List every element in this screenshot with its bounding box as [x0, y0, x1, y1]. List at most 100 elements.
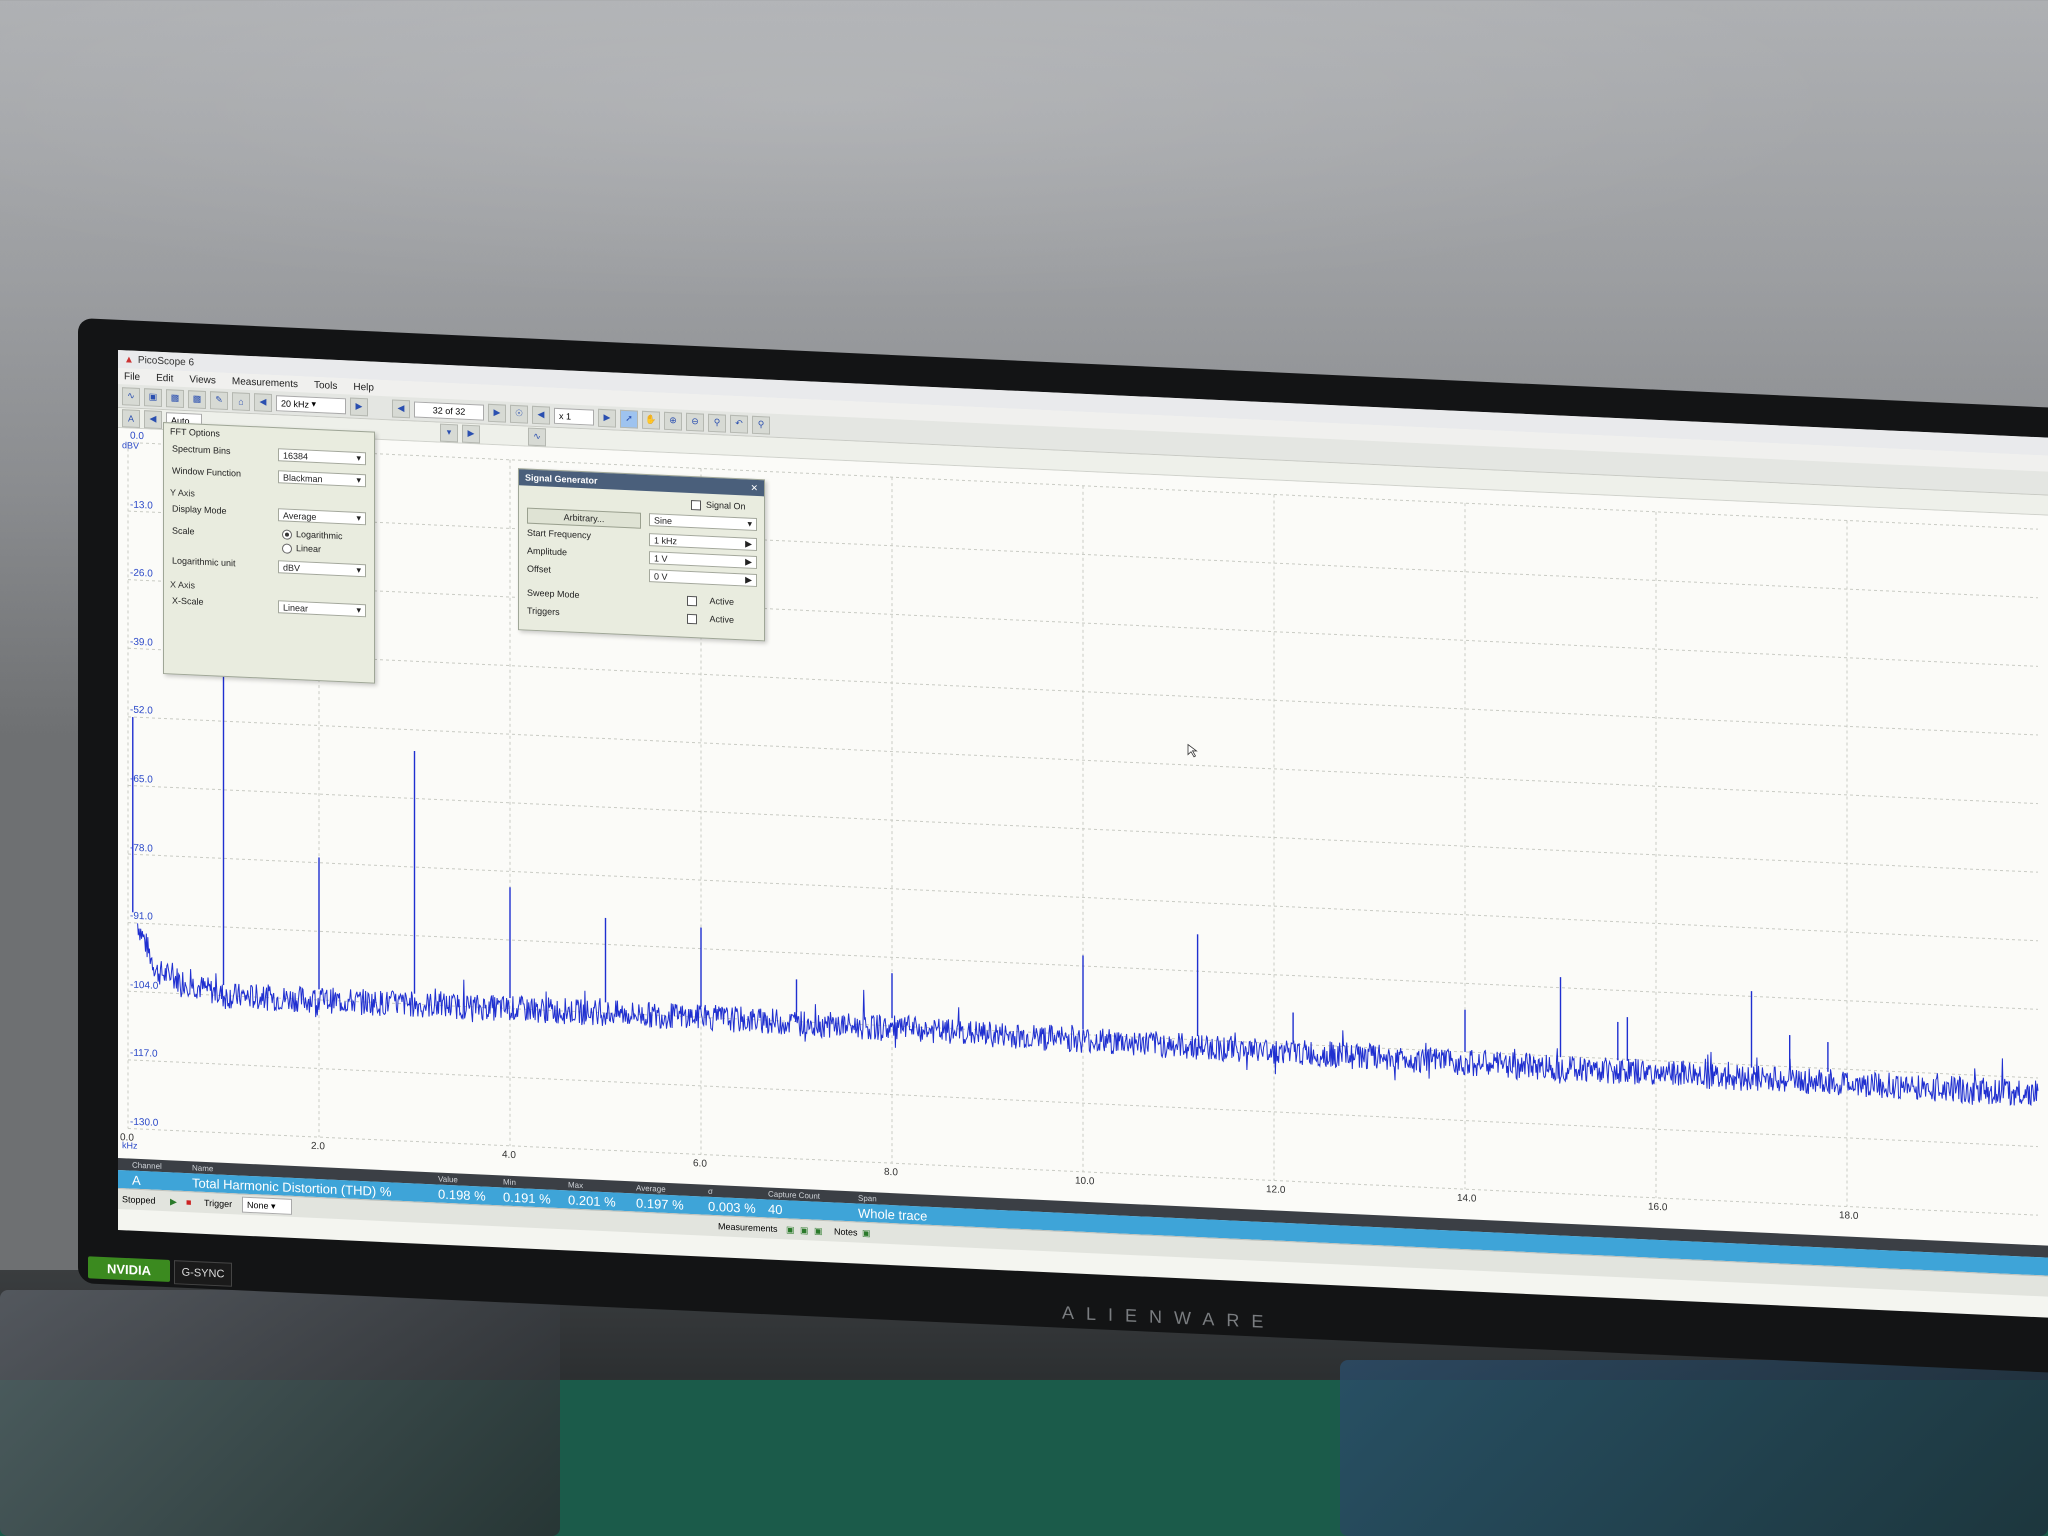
add-measurement-icon[interactable]: ▣ — [786, 1224, 795, 1235]
spectrum-view-icon[interactable]: ▩ — [188, 389, 206, 409]
dropdown-icon[interactable]: ▾ — [440, 423, 458, 442]
log-unit-value: dBV — [283, 561, 301, 573]
zoom-next-icon[interactable]: ▶ — [598, 408, 616, 428]
picoscope-window: ▲ PicoScope 6 File Edit Views Measuremen… — [118, 350, 2048, 1318]
display-mode-select[interactable]: Average ▾ — [278, 508, 366, 526]
start-frequency-label: Start Frequency — [527, 527, 592, 541]
pointer-icon[interactable]: ➚ — [620, 409, 638, 429]
edit-measurement-icon[interactable]: ▣ — [800, 1224, 809, 1235]
monitor-brand: ALIENWARE — [1062, 1302, 1276, 1333]
compass-icon[interactable]: ☉ — [510, 404, 528, 424]
menu-help[interactable]: Help — [353, 381, 374, 393]
col-average: Average — [636, 1183, 666, 1194]
timebase-select[interactable]: 20 kHz ▾ — [276, 394, 346, 414]
spectrum-plot[interactable]: dBV kHz 0.0 -13.0 -26.0 -39.0 -52.0 -65.0 -78.… — [118, 428, 2048, 1246]
notes-icon[interactable]: ▣ — [862, 1227, 871, 1238]
start-frequency-field[interactable]: 1 kHz ▶ — [649, 533, 757, 552]
prev-timebase-icon[interactable]: ◀ — [254, 392, 272, 412]
next-capture-icon[interactable]: ▶ — [488, 403, 506, 423]
menu-views[interactable]: Views — [189, 374, 216, 386]
y-tick-label: -52.0 — [130, 704, 153, 717]
arbitrary-button[interactable]: Arbitrary... — [527, 507, 641, 529]
x-scale-select[interactable]: Linear ▾ — [278, 600, 366, 618]
scope-mode-icon[interactable]: ∿ — [122, 386, 140, 406]
checkbox-icon — [691, 499, 701, 511]
scale-log-radio[interactable]: Logarithmic — [282, 528, 343, 541]
offset-field[interactable]: 0 V ▶ — [649, 569, 757, 588]
spectrum-mode-icon[interactable]: ▩ — [166, 388, 184, 408]
y-axis-section: Y Axis — [170, 487, 195, 499]
zoom-in-icon[interactable]: ⊕ — [664, 411, 682, 431]
triggers-label: Triggers — [527, 605, 560, 618]
search-icon[interactable]: ⚲ — [752, 415, 770, 435]
signal-generator-title: Signal Generator — [525, 472, 598, 486]
sweep-active-checkbox[interactable]: Active — [687, 595, 734, 608]
next-icon[interactable]: ▶ — [462, 424, 480, 443]
col-max: Max — [568, 1179, 584, 1190]
spinner-icon[interactable]: ▶ — [745, 556, 752, 567]
amplitude-field[interactable]: 1 V ▶ — [649, 551, 757, 570]
x-scale-label: X-Scale — [172, 595, 204, 607]
scale-linear-radio[interactable]: Linear — [282, 542, 321, 554]
trigger-label: Trigger — [204, 1197, 233, 1210]
signal-on-label: Signal On — [706, 499, 746, 512]
capture-value: 32 of 32 — [432, 404, 466, 417]
window-title: PicoScope 6 — [137, 354, 195, 368]
menu-file[interactable]: File — [124, 371, 140, 383]
measurements-label: Measurements — [718, 1221, 778, 1234]
signal-on-toggle[interactable]: Signal On — [691, 499, 746, 512]
next-timebase-icon[interactable]: ▶ — [350, 397, 368, 416]
col-name: Name — [192, 1162, 214, 1173]
capture-counter[interactable]: 32 of 32 — [414, 400, 484, 421]
col-channel: Channel — [132, 1160, 162, 1171]
chevron-down-icon: ▾ — [356, 564, 361, 576]
triggers-active-checkbox[interactable]: Active — [687, 613, 734, 626]
noise-floor-trace — [137, 923, 2039, 1107]
undo-zoom-icon[interactable]: ↶ — [730, 414, 748, 434]
play-icon[interactable]: ▶ — [170, 1196, 177, 1207]
col-capture-count: Capture Count — [768, 1189, 821, 1201]
menu-measurements[interactable]: Measurements — [232, 376, 298, 390]
checkbox-icon — [687, 613, 697, 624]
row-sigma: 0.003 % — [708, 1198, 756, 1216]
channel-a-icon[interactable]: A — [122, 408, 140, 428]
prev-capture-icon[interactable]: ◀ — [392, 398, 410, 418]
spectrum-bins-label: Spectrum Bins — [172, 443, 231, 457]
row-max: 0.201 % — [568, 1191, 616, 1210]
close-icon[interactable]: ✕ — [750, 482, 758, 493]
window-function-select[interactable]: Blackman ▾ — [278, 470, 366, 488]
log-unit-select[interactable]: dBV ▾ — [278, 560, 366, 578]
trigger-value: None — [247, 1199, 269, 1211]
probe-icon[interactable]: ✎ — [210, 390, 228, 410]
fft-options-panel: FFT Options Spectrum Bins 16384 ▾ Window … — [163, 422, 375, 684]
row-min: 0.191 % — [503, 1188, 551, 1207]
spinner-icon[interactable]: ▶ — [745, 574, 752, 585]
wall — [0, 0, 2048, 340]
zoom-out-icon[interactable]: ⊖ — [686, 412, 704, 432]
channel-prev-icon[interactable]: ◀ — [144, 409, 162, 429]
start-frequency-value: 1 kHz — [654, 534, 678, 546]
x-tick-label: 16.0 — [1648, 1201, 1668, 1214]
hand-icon[interactable]: ✋ — [642, 410, 660, 430]
spectrum-bins-select[interactable]: 16384 ▾ — [278, 448, 366, 466]
mouse-cursor-icon — [1187, 743, 1198, 758]
waveform-icon[interactable]: ∿ — [528, 427, 546, 446]
delete-measurement-icon[interactable]: ▣ — [814, 1225, 823, 1236]
trigger-select[interactable]: None ▾ — [242, 1196, 292, 1215]
spinner-icon[interactable]: ▶ — [745, 538, 752, 549]
zoom-prev-icon[interactable]: ◀ — [532, 405, 550, 425]
grid-line-y — [128, 1059, 2038, 1148]
menu-edit[interactable]: Edit — [156, 372, 173, 384]
home-icon[interactable]: ⌂ — [232, 391, 250, 411]
display-mode-value: Average — [283, 509, 317, 522]
zoom-fit-icon[interactable]: ⚲ — [708, 413, 726, 433]
persistence-mode-icon[interactable]: ▣ — [144, 387, 162, 407]
row-span: Whole trace — [858, 1205, 928, 1224]
x-axis-section: X Axis — [170, 579, 196, 591]
chevron-down-icon: ▾ — [356, 512, 361, 524]
stop-icon[interactable]: ■ — [186, 1197, 191, 1207]
menu-tools[interactable]: Tools — [314, 379, 337, 391]
zoom-select[interactable]: x 1 — [554, 407, 594, 426]
waveform-select[interactable]: Sine ▾ — [649, 513, 757, 532]
